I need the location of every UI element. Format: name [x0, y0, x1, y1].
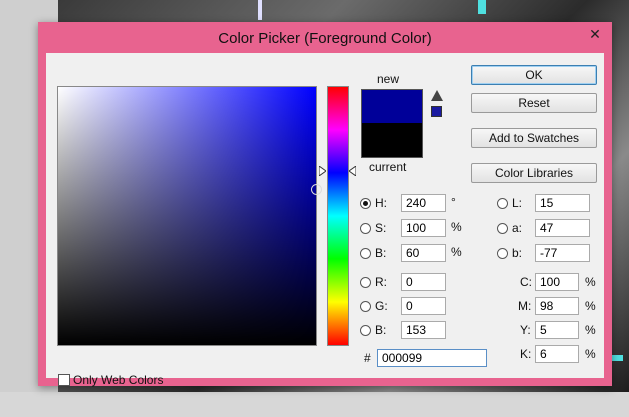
dialog-title: Color Picker (Foreground Color): [218, 30, 432, 47]
not-web-safe-icon[interactable]: [431, 106, 442, 117]
s-label: S:: [375, 221, 387, 235]
new-color-swatch: [361, 89, 423, 124]
s-radio[interactable]: [360, 223, 371, 234]
g-radio[interactable]: [360, 301, 371, 312]
only-web-colors-label[interactable]: Only Web Colors: [73, 373, 163, 387]
green-input[interactable]: [401, 297, 446, 315]
r-label: R:: [375, 275, 387, 289]
reset-button[interactable]: Reset: [471, 93, 597, 113]
title-bar[interactable]: Color Picker (Foreground Color) ✕: [38, 22, 612, 52]
ok-button[interactable]: OK: [471, 65, 597, 85]
g-label: G:: [375, 299, 388, 313]
color-libraries-button[interactable]: Color Libraries: [471, 163, 597, 183]
hue-slider-right-handle[interactable]: [349, 166, 356, 176]
red-input[interactable]: [401, 273, 446, 291]
current-color-swatch[interactable]: [361, 123, 423, 158]
k-unit: %: [585, 347, 596, 361]
hex-input[interactable]: [377, 349, 487, 367]
cyan-input[interactable]: [535, 273, 579, 291]
m-label: M:: [518, 299, 532, 313]
a-radio[interactable]: [497, 223, 508, 234]
l-radio[interactable]: [497, 198, 508, 209]
b-rgb-radio[interactable]: [360, 325, 371, 336]
current-label: current: [369, 160, 407, 174]
close-button[interactable]: ✕: [584, 27, 606, 44]
out-of-gamut-warning-icon[interactable]: [431, 90, 443, 101]
lab-a-input[interactable]: [535, 219, 590, 237]
hex-label: #: [364, 351, 371, 365]
b-unit: %: [451, 245, 462, 259]
l-label: L:: [512, 196, 523, 210]
lab-b-input[interactable]: [535, 244, 590, 262]
lab-b-radio[interactable]: [497, 248, 508, 259]
c-label: C:: [520, 275, 532, 289]
hue-slider[interactable]: [327, 86, 349, 346]
c-unit: %: [585, 275, 596, 289]
only-web-colors-checkbox[interactable]: [58, 374, 70, 386]
background-streak: [478, 0, 486, 14]
background-streak: [258, 0, 262, 20]
b-hsb-label: B:: [375, 246, 387, 260]
k-label: K:: [520, 347, 532, 361]
saturation-input[interactable]: [401, 219, 446, 237]
s-unit: %: [451, 220, 462, 234]
dialog-body: new current OK Reset Add to Swatches Col…: [46, 53, 604, 387]
degree-unit: °: [451, 195, 456, 209]
a-label: a:: [512, 221, 523, 235]
lab-l-input[interactable]: [535, 194, 590, 212]
hue-input[interactable]: [401, 194, 446, 212]
add-to-swatches-button[interactable]: Add to Swatches: [471, 128, 597, 148]
brightness-input[interactable]: [401, 244, 446, 262]
y-unit: %: [585, 323, 596, 337]
background-bottom: [0, 392, 629, 417]
h-label: H:: [375, 196, 387, 210]
new-label: new: [377, 72, 400, 86]
blue-input[interactable]: [401, 321, 446, 339]
close-icon: ✕: [589, 26, 601, 42]
h-radio[interactable]: [360, 198, 371, 209]
magenta-input[interactable]: [535, 297, 579, 315]
black-input[interactable]: [535, 345, 579, 363]
b-rgb-label: B:: [375, 323, 387, 337]
hue-slider-left-handle[interactable]: [319, 166, 326, 176]
color-picker-dialog: Color Picker (Foreground Color) ✕ new cu…: [38, 22, 612, 387]
r-radio[interactable]: [360, 277, 371, 288]
m-unit: %: [585, 299, 596, 313]
color-field-cursor[interactable]: [311, 184, 322, 195]
y-label: Y:: [520, 323, 531, 337]
b-hsb-radio[interactable]: [360, 248, 371, 259]
yellow-input[interactable]: [535, 321, 579, 339]
lab-b-label: b:: [512, 246, 523, 260]
color-field[interactable]: [57, 86, 322, 346]
